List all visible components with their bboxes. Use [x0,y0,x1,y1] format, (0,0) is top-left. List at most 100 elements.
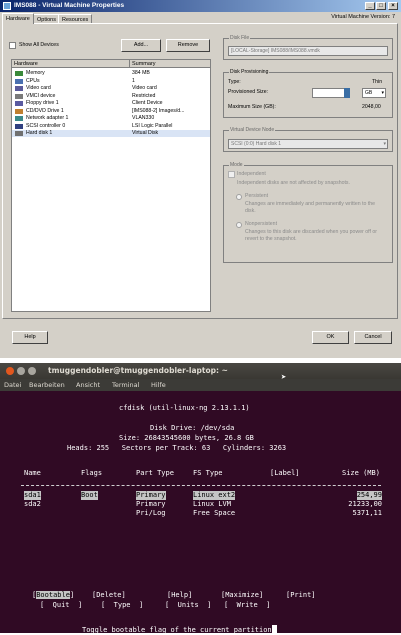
menu-option-quit[interactable]: [ Quit ] [40,601,82,610]
remove-button[interactable]: Remove [166,39,210,52]
nonpersistent-label: Nonpersistent [245,221,278,227]
cfdisk-header: cfdisk (util-linux-ng 2.13.1.1) [119,404,250,412]
partition-part-type: Primary [136,500,166,508]
col-name: Name [24,469,41,477]
disk-file-group: Disk File [LOCAL-Storage] IMS088/IMS088.… [223,35,393,60]
column-header-summary[interactable]: Summary [130,60,210,68]
col-fs-type: FS Type [193,469,223,477]
persistent-description: Changes are immediately and permanently … [245,201,376,214]
partition-flags: Boot [81,491,98,500]
hardware-row[interactable]: CPUs 1 [12,78,210,85]
network-icon [15,116,23,121]
nonpersistent-description: Changes to this disk are discarded when … [245,229,377,242]
display-icon [15,86,23,91]
terminal-menubar: Datei Bearbeiten Ansicht Terminal Hilfe [0,379,401,391]
menu-option-type[interactable]: [ Type ] [101,601,143,610]
persistent-radio [236,194,242,200]
col-label: [Label] [270,469,300,477]
hardware-summary: Client Device [132,100,163,106]
menu-option-delete[interactable]: [Delete] [92,591,126,600]
minimize-icon[interactable]: _ [365,2,375,10]
menu-bearbeiten[interactable]: Bearbeiten [29,379,65,391]
disk-provisioning-label: Disk Provisioning [229,69,270,76]
show-all-devices-checkbox[interactable] [9,42,16,49]
add-button[interactable]: Add... [121,39,161,52]
disk-file-label: Disk File [229,35,251,42]
minimize-icon[interactable] [17,367,25,375]
hardware-name: Video card [26,85,51,91]
disk-size-line: Size: 26843545600 bytes, 26.8 GB [119,434,254,442]
size-unit-select[interactable]: GB ▾ [362,88,386,98]
menu-option-maximize[interactable]: [Maximize] [221,591,263,600]
disk-icon [15,131,23,136]
partition-size: 21233,00 [348,500,382,508]
window-titlebar[interactable]: IMS088 - Virtual Machine Properties _ □ … [0,0,401,12]
hardware-summary: Virtual Disk [132,130,159,136]
partition-name: sda2 [24,500,41,508]
show-all-devices-label: Show All Devices [19,42,59,48]
ok-button[interactable]: OK [312,331,349,344]
text-cursor [271,625,277,633]
hardware-row[interactable]: Memory 384 MB [12,70,210,77]
menu-option-bootable[interactable]: [Bootable] [32,591,74,600]
hardware-list[interactable]: Hardware Summary Memory 384 MB CPUs 1 Video … [11,59,211,312]
hardware-row[interactable]: Network adapter 1 VLAN330 [12,115,210,122]
menu-hilfe[interactable]: Hilfe [151,379,166,391]
terminal-titlebar[interactable]: tmuggendobler@tmuggendobler-laptop: ~ [0,363,401,379]
memory-icon [15,71,23,76]
provisioned-size-label: Provisioned Size: [228,89,269,95]
vdn-label: Virtual Device Node [229,127,276,134]
close-icon[interactable] [6,367,14,375]
partition-size: 5371,11 [352,509,382,517]
hardware-row[interactable]: Hard disk 1 Virtual Disk [12,130,210,137]
col-flags: Flags [81,469,103,477]
independent-description: Independent disks are not affected by sn… [237,180,350,186]
menu-option-write[interactable]: [ Write ] [224,601,270,610]
hardware-row[interactable]: SCSI controller 0 LSI Logic Parallel [12,123,210,130]
mode-label: Mode [229,162,244,169]
hardware-summary: 1 [132,77,135,84]
partition-part-type: Pri/Log [136,509,166,517]
menu-option-print[interactable]: [Print] [286,591,316,600]
nonpersistent-radio [236,222,242,228]
partition-name: sda1 [24,491,41,500]
hardware-name: CPUs [26,77,40,84]
vdn-value: SCSI (0:0) Hard disk 1 [231,141,282,147]
cancel-button[interactable]: Cancel [354,331,392,344]
maximize-icon[interactable]: □ [376,2,386,10]
table-divider [21,485,381,486]
menu-option-units[interactable]: [ Units ] [165,601,211,610]
hardware-row[interactable]: Floppy drive 1 Client Device [12,100,210,107]
persistent-label: Persistent [245,193,269,199]
hardware-name: Network adapter 1 [26,115,69,121]
hardware-row[interactable]: CD/DVD Drive 1 [IMS088-2] Images/d... [12,108,210,115]
menu-ansicht[interactable]: Ansicht [76,379,100,391]
help-button[interactable]: Help [12,331,48,344]
terminal-window: tmuggendobler@tmuggendobler-laptop: ~ ➤ … [0,363,401,634]
hardware-name: Floppy drive 1 [26,100,59,106]
menu-option-help[interactable]: [Help] [167,591,192,600]
floppy-icon [15,101,23,106]
spinner-icon[interactable] [344,88,350,98]
menu-datei[interactable]: Datei [4,379,21,391]
hardware-name: CD/DVD Drive 1 [26,107,64,114]
terminal-title: tmuggendobler@tmuggendobler-laptop: ~ [48,366,228,375]
hardware-summary: Restricted [132,92,156,99]
hardware-row[interactable]: Video card Video card [12,85,210,92]
menu-terminal[interactable]: Terminal [112,379,139,391]
type-label: Type: [228,79,241,85]
hardware-row[interactable]: VMCI device Restricted [12,93,210,100]
vm-version: Virtual Machine Version: 7 [331,14,395,20]
column-header-hardware[interactable]: Hardware [12,60,130,68]
close-icon[interactable]: × [388,2,398,10]
independent-checkbox [228,171,235,178]
vm-app-icon [3,2,11,10]
pci-icon [15,93,23,99]
tab-hardware[interactable]: Hardware [2,13,34,24]
disk-geometry-line: Heads: 255 Sectors per Track: 63 Cylinde… [67,444,287,452]
mode-group: Mode Independent Independent disks are n… [223,162,393,263]
maximize-icon[interactable] [28,367,36,375]
hardware-summary: 384 MB [132,70,150,76]
scsi-icon [15,123,23,129]
provisioned-size-input[interactable] [312,88,346,98]
